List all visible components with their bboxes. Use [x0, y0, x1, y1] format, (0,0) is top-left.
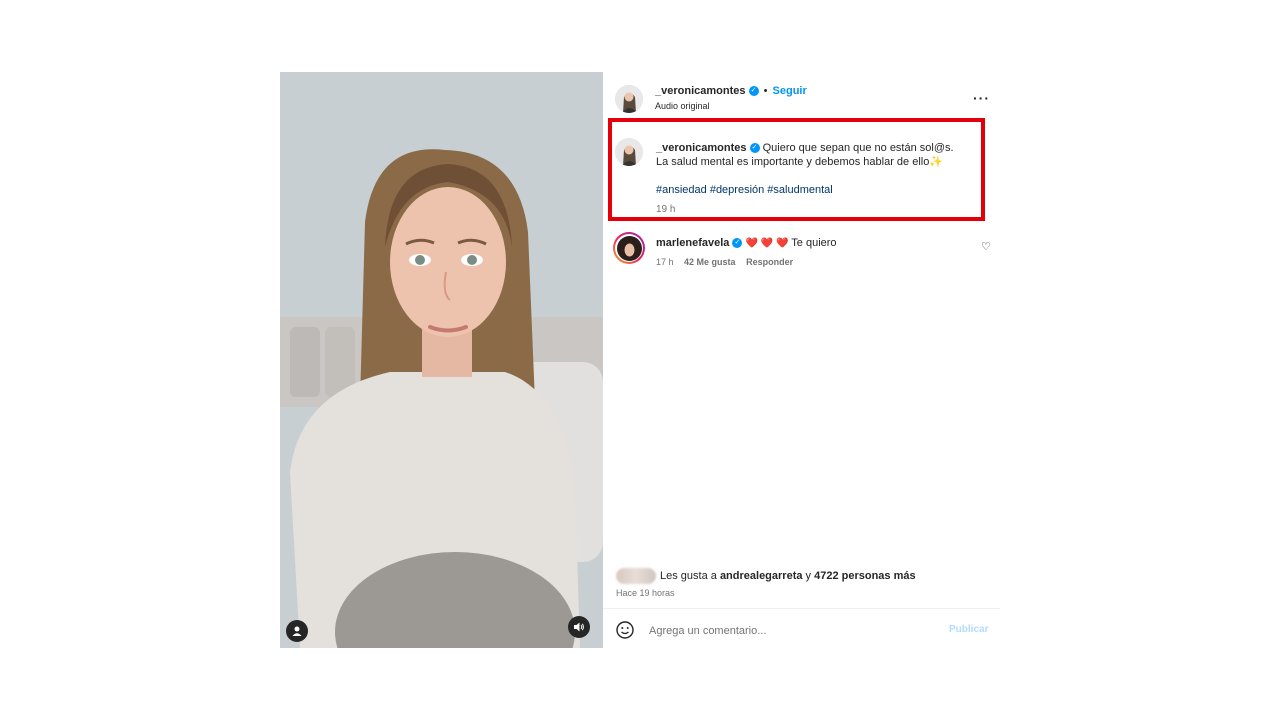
caption: _veronicamontes ✓ Quiero que sepan que n… [656, 141, 968, 217]
author-avatar-illustration [615, 85, 643, 113]
likes-summary: Les gusta a andrealegarreta y 4722 perso… [616, 568, 916, 584]
likes-user[interactable]: andrealegarreta [720, 570, 803, 582]
caption-hashtags[interactable]: #ansiedad #depresión #saludmental [656, 183, 968, 197]
comment-time: 17 h [656, 257, 674, 267]
likes-prefix: Les gusta a [660, 570, 717, 582]
comment-input[interactable] [647, 622, 941, 640]
caption-author-avatar[interactable] [615, 138, 643, 166]
more-options-icon[interactable]: ··· [973, 90, 990, 106]
speaker-icon [574, 622, 584, 632]
author-avatar[interactable] [615, 85, 643, 113]
verified-badge-icon: ✓ [749, 143, 760, 154]
comment-hearts: ❤️ ❤️ ❤️ [745, 238, 789, 249]
divider [603, 608, 1000, 609]
comment-text: Te quiero [791, 237, 837, 249]
verified-badge-icon: ✓ [748, 86, 759, 97]
follow-button[interactable]: Seguir [773, 85, 807, 97]
reel-video[interactable] [280, 72, 603, 648]
commenter-avatar-illustration [616, 235, 642, 261]
audio-toggle-button[interactable] [568, 616, 590, 638]
caption-username[interactable]: _veronicamontes [656, 142, 746, 154]
author-username[interactable]: _veronicamontes [655, 85, 745, 97]
comment-likes[interactable]: 42 Me gusta [684, 257, 736, 267]
comment-like-icon[interactable]: ♡ [981, 240, 991, 253]
commenter-username[interactable]: marlenefavela [656, 237, 729, 249]
comment: marlenefavela ✓ ❤️ ❤️ ❤️ Te quiero 17 h … [656, 237, 837, 267]
liker-avatars-blurred [616, 568, 656, 584]
person-icon [292, 626, 302, 636]
caption-avatar-illustration [615, 138, 643, 166]
reply-button[interactable]: Responder [746, 257, 793, 267]
commenter-avatar[interactable] [613, 232, 645, 264]
dot-separator: • [763, 85, 768, 97]
video-frame-illustration [280, 72, 603, 648]
emoji-icon[interactable] [616, 621, 634, 639]
user-tag-button[interactable] [286, 620, 308, 642]
post-header: _veronicamontes ✓ • Seguir Audio origina… [655, 85, 807, 111]
caption-time: 19 h [656, 204, 676, 215]
verified-badge-icon: ✓ [732, 238, 743, 249]
post-details-panel: _veronicamontes ✓ • Seguir Audio origina… [603, 72, 1000, 648]
sparkles-emoji: ✨ [929, 156, 944, 168]
post-time-ago: Hace 19 horas [616, 588, 675, 598]
publish-button[interactable]: Publicar [949, 624, 988, 635]
audio-label[interactable]: Audio original [655, 101, 807, 111]
likes-others[interactable]: 4722 personas más [814, 570, 916, 582]
likes-connector: y [805, 570, 812, 582]
